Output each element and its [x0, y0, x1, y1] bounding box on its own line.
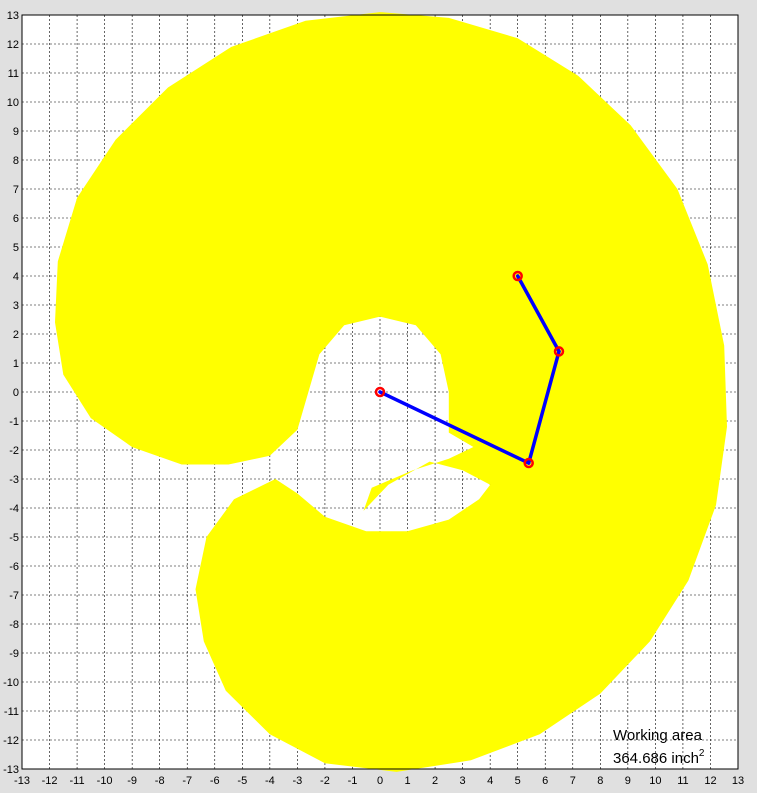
y-tick-label: 3 — [13, 300, 19, 312]
x-tick-label: 5 — [515, 775, 521, 787]
x-tick-label: -9 — [127, 775, 137, 787]
x-tick-label: -3 — [292, 775, 302, 787]
x-tick-label: -11 — [70, 775, 85, 787]
x-tick-label: -10 — [97, 775, 113, 787]
y-tick-label: -13 — [3, 764, 19, 776]
y-tick-label: -2 — [9, 445, 19, 457]
x-tick-label: 11 — [677, 775, 688, 787]
y-tick-label: 9 — [13, 126, 19, 138]
working-area-unit-exponent: 2 — [699, 748, 705, 759]
x-tick-label: 1 — [404, 775, 410, 787]
workspace-plot: -13 -12 -11 -10 -9 -8 -7 -6 -5 -4 -3 -2 -1 0 1 2 3 4 5 6 7 8 9… — [3, 10, 744, 787]
x-tick-label: -4 — [265, 775, 275, 787]
y-tick-label: -7 — [9, 590, 19, 602]
x-tick-label: 10 — [649, 775, 661, 787]
y-tick-label: -8 — [9, 619, 19, 631]
y-tick-label: 1 — [13, 358, 19, 370]
y-axis-ticks: -13-12-11-10-9-8-7-6-5-4-3-2-10123456789… — [3, 10, 19, 776]
y-tick-label: -11 — [4, 706, 19, 718]
y-tick-label: 0 — [13, 387, 19, 399]
x-axis-ticks: -13 -12 -11 -10 -9 -8 -7 -6 -5 -4 -3 -2 -1 0 1 2 3 4 5 6 7 8 9… — [14, 775, 744, 787]
x-tick-label: -1 — [348, 775, 358, 787]
x-tick-label: -13 — [14, 775, 30, 787]
x-tick-label: 8 — [597, 775, 603, 787]
x-tick-label: 7 — [570, 775, 576, 787]
y-tick-label: 7 — [13, 184, 19, 196]
y-tick-label: 13 — [7, 10, 19, 22]
y-tick-label: -5 — [9, 532, 19, 544]
x-tick-label: 6 — [542, 775, 548, 787]
y-tick-label: -9 — [9, 648, 19, 660]
x-tick-label: 2 — [432, 775, 438, 787]
x-tick-label: 3 — [460, 775, 466, 787]
y-tick-label: -12 — [3, 735, 19, 747]
y-tick-label: 10 — [7, 97, 19, 109]
y-tick-label: -1 — [9, 416, 19, 428]
x-tick-label: 4 — [487, 775, 493, 787]
working-area-label: Working area — [613, 727, 703, 744]
y-tick-label: -10 — [3, 677, 19, 689]
x-tick-label: -5 — [237, 775, 247, 787]
y-tick-label: -6 — [9, 561, 19, 573]
y-tick-label: 11 — [8, 68, 19, 80]
x-tick-label: -12 — [42, 775, 58, 787]
y-tick-label: -4 — [9, 503, 19, 515]
x-tick-label: -2 — [320, 775, 330, 787]
y-tick-label: 8 — [13, 155, 19, 167]
y-tick-label: 6 — [13, 213, 19, 225]
y-tick-label: -3 — [9, 474, 19, 486]
x-tick-label: 0 — [377, 775, 383, 787]
y-tick-label: 12 — [7, 39, 19, 51]
x-tick-label: 13 — [732, 775, 744, 787]
x-tick-label: 9 — [625, 775, 631, 787]
x-tick-label: 12 — [704, 775, 716, 787]
y-tick-label: 4 — [13, 271, 19, 283]
working-area-number: 364.686 inch — [613, 750, 699, 767]
working-area-value: 364.686 inch2 — [613, 748, 705, 767]
x-tick-label: -8 — [155, 775, 165, 787]
y-tick-label: 5 — [13, 242, 19, 254]
x-tick-label: -7 — [182, 775, 192, 787]
y-tick-label: 2 — [13, 329, 19, 341]
x-tick-label: -6 — [210, 775, 220, 787]
